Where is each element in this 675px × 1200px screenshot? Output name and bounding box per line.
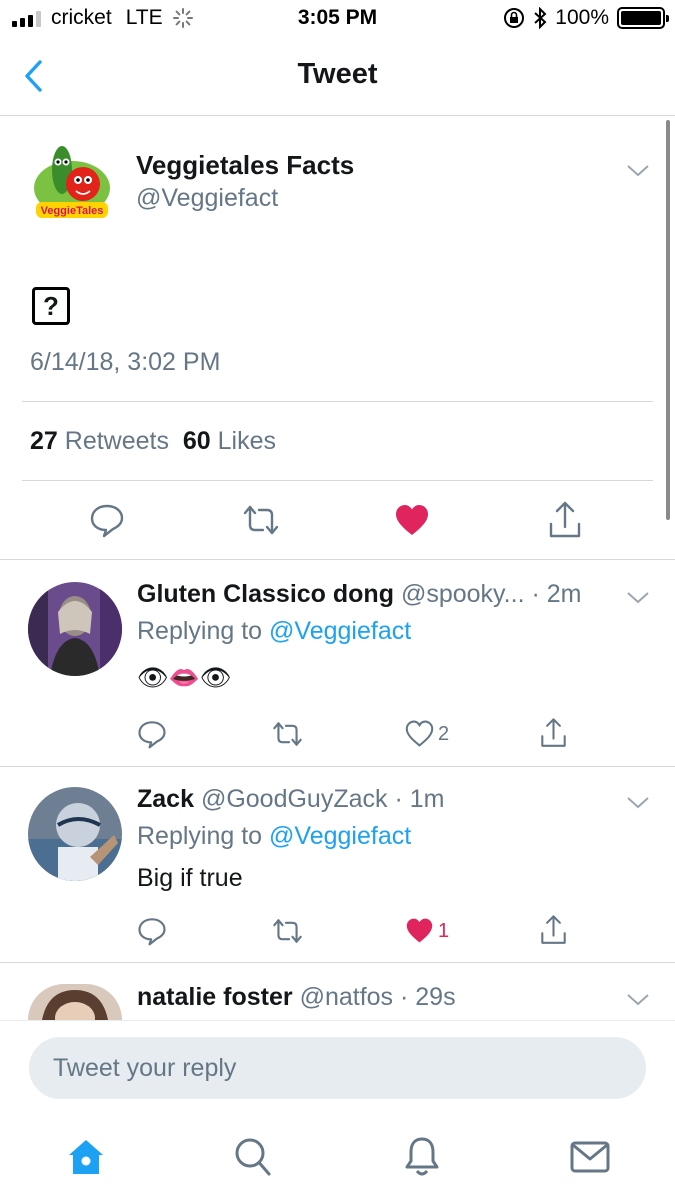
replying-to: Replying to @Veggiefact — [137, 822, 411, 851]
battery-icon — [617, 7, 669, 29]
row-divider — [0, 559, 675, 560]
nav-bar: Tweet — [0, 38, 675, 116]
retweet-icon[interactable] — [271, 720, 304, 748]
page-title: Tweet — [297, 58, 378, 90]
reply-header: Gluten Classico dong @spooky... · 2m — [137, 580, 581, 609]
tweet-timestamp: 6/14/18, 3:02 PM — [30, 348, 221, 376]
reply-author-handle[interactable]: @GoodGuyZack — [201, 785, 388, 813]
reply-icon[interactable] — [137, 916, 167, 946]
reply-header: Zack @GoodGuyZack · 1m — [137, 785, 444, 814]
retweet-icon[interactable] — [271, 917, 304, 945]
share-icon[interactable] — [539, 717, 568, 749]
like-icon[interactable] — [394, 503, 430, 537]
reply-text: 👁👄👁 — [137, 664, 232, 692]
reply-author-name[interactable]: Zack — [137, 785, 194, 813]
reply-author-name[interactable]: Gluten Classico dong — [137, 580, 394, 608]
replying-to-link[interactable]: @Veggiefact — [269, 617, 411, 645]
bluetooth-icon — [534, 7, 547, 29]
tab-bar — [0, 1115, 675, 1200]
avatar[interactable] — [28, 582, 122, 676]
replying-prefix: Replying to — [137, 617, 263, 645]
unknown-emoji-glyph: ? — [32, 287, 70, 325]
likes-count[interactable]: 60 — [183, 427, 211, 455]
retweets-count[interactable]: 27 — [30, 427, 58, 455]
row-divider — [0, 766, 675, 767]
reply-compose-bar: Tweet your reply — [0, 1020, 675, 1115]
avatar[interactable] — [28, 787, 122, 881]
like-count: 1 — [438, 920, 450, 942]
chevron-down-icon[interactable] — [626, 794, 650, 810]
like-count: 2 — [438, 723, 450, 745]
replying-to-link[interactable]: @Veggiefact — [269, 822, 411, 850]
reply-header: natalie foster @natfos · 29s — [137, 983, 456, 1012]
chevron-down-icon[interactable] — [626, 589, 650, 605]
reply-text: Big if true — [137, 864, 243, 892]
share-icon[interactable] — [539, 914, 568, 946]
home-icon[interactable] — [66, 1137, 106, 1177]
scrollbar[interactable] — [666, 120, 670, 520]
like-icon[interactable] — [405, 917, 434, 944]
author-name[interactable]: Veggietales Facts — [136, 150, 354, 181]
reply-time: · 2m — [531, 580, 582, 608]
avatar-logo-text: VeggieTales — [41, 205, 104, 217]
divider — [22, 401, 653, 402]
author-handle[interactable]: @Veggiefact — [136, 184, 278, 213]
mail-icon[interactable] — [570, 1141, 610, 1173]
bell-icon[interactable] — [403, 1134, 441, 1178]
retweet-icon[interactable] — [241, 503, 281, 537]
likes-label[interactable]: Likes — [218, 427, 276, 455]
reply-author-handle[interactable]: @spooky... — [401, 580, 525, 608]
tweet-stats: 27 Retweets 60 Likes — [30, 427, 276, 456]
chevron-down-icon[interactable] — [626, 162, 650, 178]
avatar[interactable] — [28, 984, 122, 1020]
status-right: 100% — [503, 6, 669, 30]
like-icon[interactable] — [405, 720, 434, 747]
orientation-lock-icon — [504, 8, 525, 28]
battery-percent: 100% — [555, 6, 609, 29]
replying-prefix: Replying to — [137, 822, 263, 850]
reply-time: · 29s — [400, 983, 456, 1011]
reply-input[interactable]: Tweet your reply — [29, 1037, 646, 1099]
search-icon[interactable] — [233, 1136, 273, 1178]
row-divider — [0, 962, 675, 963]
retweets-label[interactable]: Retweets — [65, 427, 169, 455]
replying-to: Replying to @Veggiefact — [137, 617, 411, 646]
reply-time: · 1m — [394, 785, 445, 813]
reply-author-name[interactable]: natalie foster — [137, 983, 293, 1011]
share-icon[interactable] — [547, 500, 583, 540]
reply-icon[interactable] — [137, 719, 167, 749]
veggietales-avatar[interactable]: VeggieTales — [30, 140, 116, 226]
status-bar: cricket LTE 3:05 PM 100% — [0, 0, 675, 38]
reply-author-handle[interactable]: @natfos — [300, 983, 393, 1011]
divider — [22, 480, 653, 481]
chevron-down-icon[interactable] — [626, 991, 650, 1007]
reply-icon[interactable] — [89, 502, 125, 538]
